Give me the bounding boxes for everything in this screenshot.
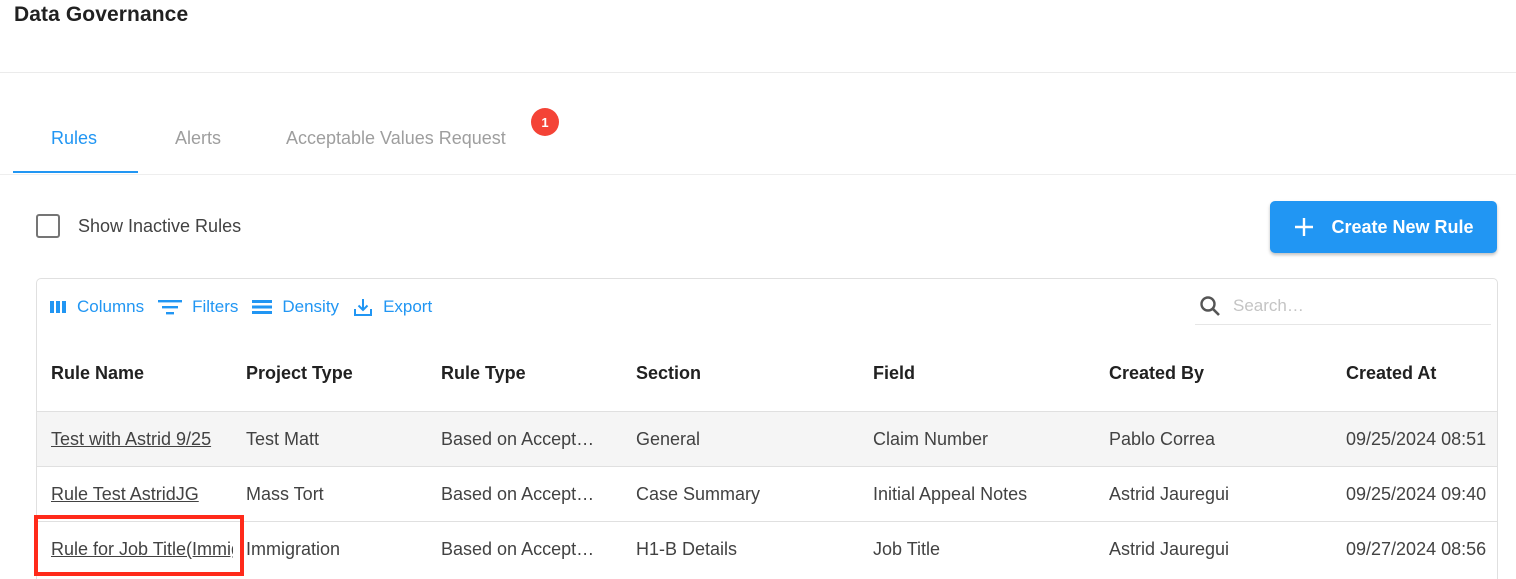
rule-type-cell: Based on Accept…: [441, 429, 595, 449]
search-box: [1195, 287, 1491, 325]
table-header: Rule Name Project Type Rule Type Section…: [37, 341, 1497, 411]
header-divider: [0, 72, 1516, 73]
show-inactive-rules-control: Show Inactive Rules: [36, 214, 241, 238]
rules-data-grid: Columns Filters Density Export Search… R…: [36, 278, 1498, 579]
field-cell: Initial Appeal Notes: [873, 484, 1028, 504]
filters-button[interactable]: Filters: [158, 297, 238, 317]
rule-name-link[interactable]: Test with Astrid 9/25: [51, 429, 233, 450]
column-header-project-type[interactable]: Project Type: [246, 363, 353, 384]
columns-label: Columns: [77, 297, 145, 316]
density-icon: [252, 300, 273, 314]
project-type-cell: Mass Tort: [246, 484, 324, 504]
export-button[interactable]: Export: [353, 297, 432, 317]
columns-icon: [50, 301, 66, 313]
tab-bar: Rules Alerts Acceptable Values Request 1: [13, 108, 568, 174]
tabs-divider: [0, 174, 1516, 175]
grid-toolbar: Columns Filters Density Export: [49, 297, 446, 317]
create-new-rule-label: Create New Rule: [1331, 216, 1474, 237]
rule-name-link[interactable]: Rule Test AstridJG: [51, 484, 233, 505]
rule-type-cell: Based on Accept…: [441, 484, 595, 504]
project-type-cell: Immigration: [246, 539, 341, 559]
columns-button[interactable]: Columns: [49, 297, 144, 317]
created-at-cell: 09/25/2024 09:40: [1346, 484, 1487, 504]
tab-alerts[interactable]: Alerts: [175, 128, 221, 149]
table-row[interactable]: Rule Test AstridJG Mass Tort Based on Ac…: [37, 466, 1497, 521]
section-cell: Case Summary: [636, 484, 761, 504]
search-icon: [1200, 295, 1220, 316]
show-inactive-rules-label: Show Inactive Rules: [78, 215, 242, 236]
project-type-cell: Test Matt: [246, 429, 320, 449]
created-by-cell: Pablo Correa: [1109, 429, 1216, 449]
create-new-rule-button[interactable]: Create New Rule: [1270, 201, 1497, 253]
column-header-rule-name[interactable]: Rule Name: [51, 363, 144, 384]
notification-badge: 1: [531, 108, 559, 136]
field-cell: Job Title: [873, 539, 941, 559]
density-label: Density: [282, 297, 340, 316]
tab-acceptable-values-request[interactable]: Acceptable Values Request: [286, 128, 506, 149]
column-header-created-at[interactable]: Created At: [1346, 363, 1436, 384]
export-label: Export: [383, 297, 433, 316]
created-by-cell: Astrid Jauregui: [1109, 539, 1230, 559]
created-by-cell: Astrid Jauregui: [1109, 484, 1230, 504]
table-row[interactable]: Rule for Job Title(Immigration) Immigrat…: [37, 521, 1497, 576]
active-tab-indicator: [13, 171, 138, 173]
highlight-box: [34, 515, 244, 576]
created-at-cell: 09/25/2024 08:51: [1346, 429, 1487, 449]
filters-label: Filters: [192, 297, 239, 316]
export-icon: [354, 299, 373, 316]
plus-icon: [1295, 218, 1314, 236]
column-header-rule-type[interactable]: Rule Type: [441, 363, 526, 384]
density-button[interactable]: Density: [252, 297, 339, 317]
filter-icon: [158, 300, 183, 315]
show-inactive-rules-checkbox[interactable]: [36, 214, 60, 238]
section-cell: H1-B Details: [636, 539, 738, 559]
column-header-field[interactable]: Field: [873, 363, 915, 384]
table-row[interactable]: Test with Astrid 9/25 Test Matt Based on…: [37, 411, 1497, 466]
created-at-cell: 09/27/2024 08:56: [1346, 539, 1487, 559]
column-header-section[interactable]: Section: [636, 363, 701, 384]
page-title: Data Governance: [14, 3, 189, 26]
field-cell: Claim Number: [873, 429, 989, 449]
search-input[interactable]: [1233, 295, 1473, 316]
column-header-created-by[interactable]: Created By: [1109, 363, 1204, 384]
tab-rules[interactable]: Rules: [51, 128, 97, 149]
rule-type-cell: Based on Accept…: [441, 539, 595, 559]
section-cell: General: [636, 429, 701, 449]
